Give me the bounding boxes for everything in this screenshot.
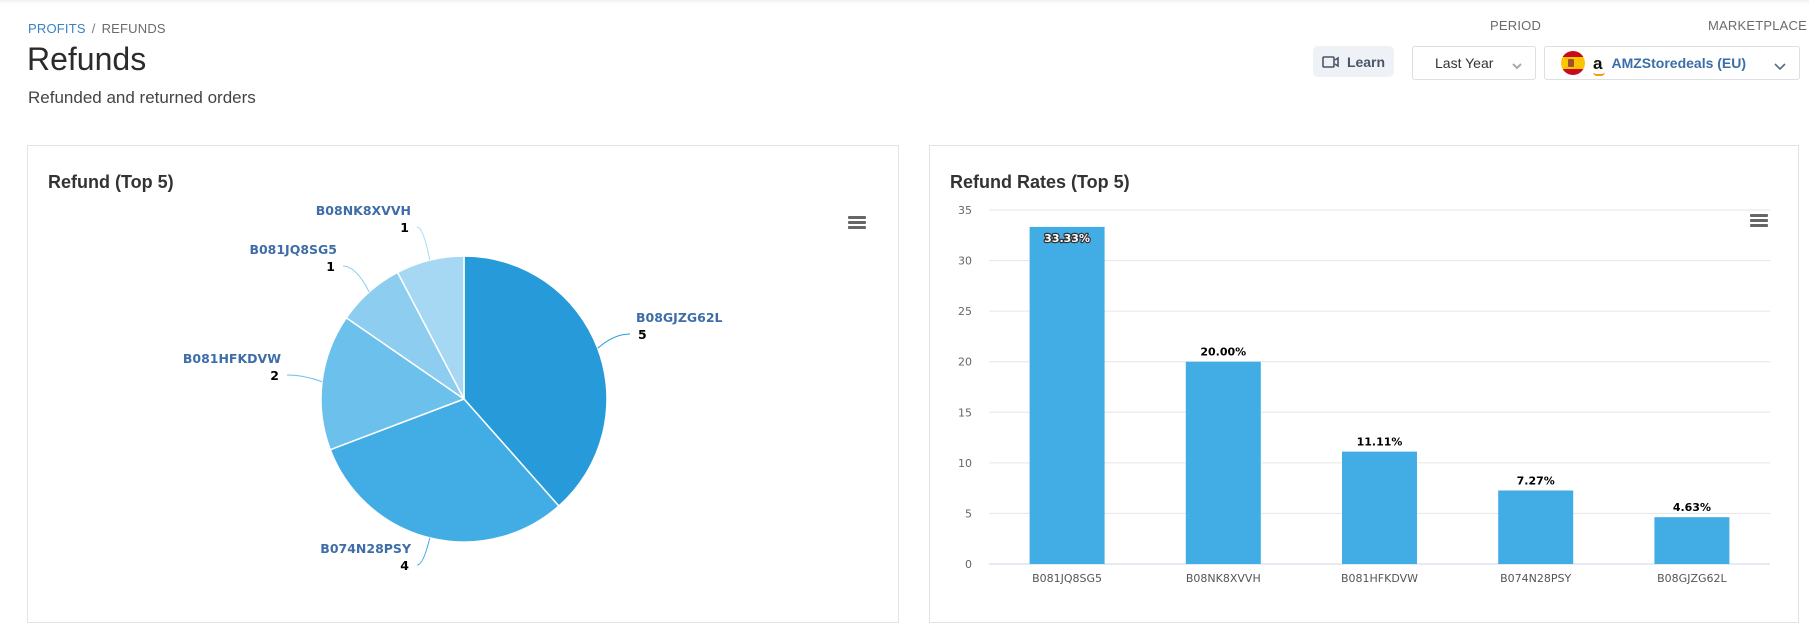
spain-flag-icon (1561, 51, 1585, 75)
learn-button[interactable]: Learn (1313, 46, 1394, 77)
breadcrumb-profits-link[interactable]: PROFITS (28, 21, 86, 36)
bar-b08gjzg62l[interactable] (1654, 517, 1730, 564)
page-subtitle: Refunded and returned orders (28, 88, 256, 107)
breadcrumb-current: REFUNDS (101, 21, 166, 36)
y-axis-tick-label: 25 (958, 305, 972, 318)
amazon-logo-icon: a (1593, 55, 1605, 76)
bar-b081jq8sg5[interactable] (1029, 226, 1105, 564)
period-select-value: Last Year (1435, 55, 1494, 71)
y-axis-tick-label: 35 (958, 204, 972, 217)
chevron-down-icon (1511, 58, 1523, 74)
x-axis-category-label: B081HFKDVW (1341, 572, 1418, 585)
chevron-down-icon (1773, 58, 1787, 74)
x-axis-category-label: B074N28PSY (1500, 572, 1571, 585)
pie-connector (597, 333, 631, 349)
marketplace-select-value: AMZStoredeals (EU) (1611, 55, 1747, 71)
refund-top5-card: Refund (Top 5) B08GJZG62L 5 B074N28PSY 4 B08… (27, 145, 899, 623)
pie-data-label: B08NK8XVVH (316, 203, 411, 218)
y-axis-tick-label: 10 (958, 457, 972, 470)
y-axis-tick-label: 5 (965, 507, 972, 520)
pie-connector (416, 226, 431, 261)
breadcrumb-separator: / (91, 21, 96, 36)
bar-data-label: 4.63% (1673, 501, 1711, 514)
bar-data-label: 7.27% (1517, 474, 1555, 487)
pie-data-value: 4 (400, 558, 409, 573)
x-axis-category-label: B08GJZG62L (1657, 572, 1727, 585)
refund-rates-bar-chart: 0 5 10 15 20 25 30 35 33.33% B081JQ8SG5 20.00% B08N… (958, 204, 1770, 585)
pie-data-label: B08GJZG62L (636, 310, 723, 325)
bar-data-label: 11.11% (1357, 436, 1403, 449)
bar-data-label: 20.00% (1200, 346, 1246, 359)
pie-data-value: 1 (400, 220, 409, 235)
breadcrumb: PROFITS / REFUNDS (28, 21, 166, 36)
learn-button-label: Learn (1346, 53, 1386, 70)
pie-data-value: 2 (270, 368, 279, 383)
marketplace-label: MARKETPLACE (1708, 18, 1808, 33)
y-axis-tick-label: 0 (965, 558, 972, 571)
top-shadow (0, 0, 1809, 4)
pie-data-label: B081HFKDVW (183, 351, 281, 366)
pie-data-value: 1 (326, 259, 335, 274)
bar-b074n28psy[interactable] (1498, 490, 1574, 564)
x-axis-category-label: B08NK8XVVH (1186, 572, 1261, 585)
bar-data-label: 33.33% (1044, 232, 1090, 245)
marketplace-select[interactable]: a AMZStoredeals (EU) (1544, 46, 1800, 80)
period-select[interactable]: Last Year (1412, 46, 1536, 80)
y-axis-tick-label: 15 (958, 406, 972, 419)
y-axis-tick-label: 30 (958, 255, 972, 268)
page-title: Refunds (27, 41, 147, 77)
refund-rates-card: Refund Rates (Top 5) 0 5 10 15 20 25 30 35 33.33… (929, 145, 1799, 623)
period-label: PERIOD (1490, 18, 1542, 33)
pie-connector (416, 537, 431, 566)
refund-pie-chart: B08GJZG62L 5 B074N28PSY 4 B081HFKDVW 2 B081JQ8… (183, 203, 723, 573)
pie-connector (342, 265, 370, 293)
bar-b08nk8xvvh[interactable] (1185, 361, 1261, 564)
video-camera-icon (1322, 55, 1340, 69)
pie-connector (286, 374, 323, 383)
pie-data-label: B081JQ8SG5 (249, 242, 337, 257)
pie-data-value: 5 (638, 327, 647, 342)
x-axis-category-label: B081JQ8SG5 (1032, 572, 1102, 585)
y-axis-tick-label: 20 (958, 356, 972, 369)
bar-b081hfkdvw[interactable] (1342, 451, 1417, 564)
pie-data-label: B074N28PSY (320, 541, 412, 556)
